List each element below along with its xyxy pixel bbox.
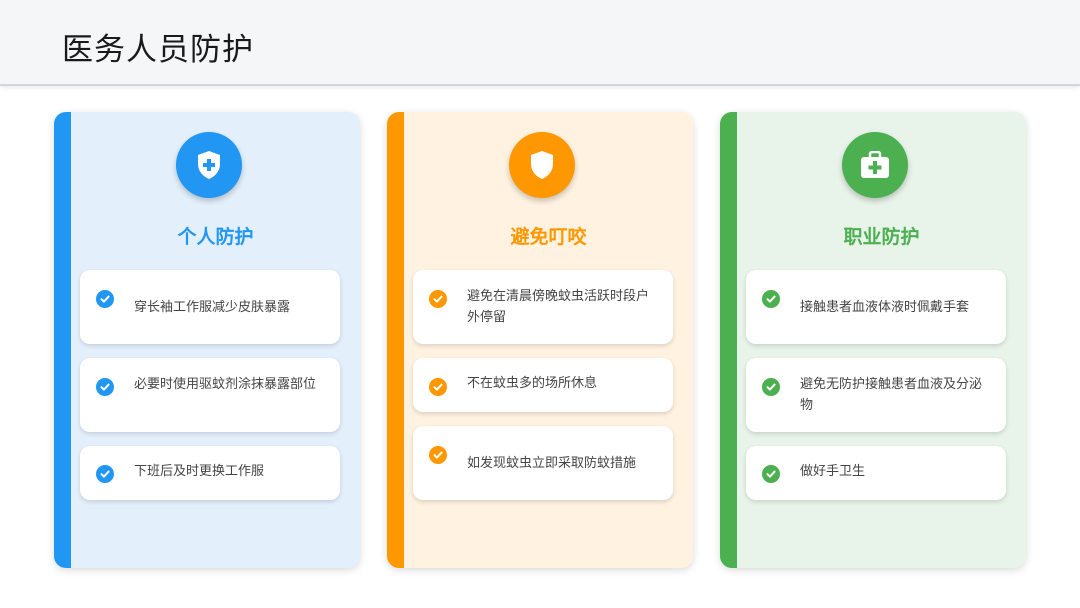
list-item: 下班后及时更换工作服 xyxy=(80,446,340,500)
list-item: 避免在清晨傍晚蚊虫活跃时段户外停留 xyxy=(413,270,673,344)
item-text: 如发现蚊虫立即采取防蚊措施 xyxy=(467,456,637,471)
check-circle-icon xyxy=(96,290,114,308)
check-circle-icon xyxy=(762,290,780,308)
shield-plus-icon xyxy=(176,132,242,198)
card-accent-stripe xyxy=(720,112,737,568)
item-text: 做好手卫生 xyxy=(800,464,866,479)
list-item: 接触患者血液体液时佩戴手套 xyxy=(746,270,1006,344)
card-personal-protection: 个人防护 穿长袖工作服减少皮肤暴露 必要时使用驱蚊剂涂抹暴露部位 下班后及时更换… xyxy=(54,112,360,568)
shield-icon xyxy=(509,132,575,198)
list-item: 避免无防护接触患者血液及分泌物 xyxy=(746,358,1006,432)
item-text: 必要时使用驱蚊剂涂抹暴露部位 xyxy=(134,377,317,392)
card-accent-stripe xyxy=(54,112,71,568)
list-item: 如发现蚊虫立即采取防蚊措施 xyxy=(413,426,673,500)
check-circle-icon xyxy=(429,446,447,464)
item-text: 下班后及时更换工作服 xyxy=(134,464,265,479)
item-text: 避免无防护接触患者血液及分泌物 xyxy=(800,377,983,413)
list-item: 做好手卫生 xyxy=(746,446,1006,500)
card-accent-stripe xyxy=(387,112,404,568)
medical-kit-icon xyxy=(842,132,908,198)
card-avoid-bites: 避免叮咬 避免在清晨傍晚蚊虫活跃时段户外停留 不在蚊虫多的场所休息 如发现蚊虫立… xyxy=(387,112,693,568)
check-circle-icon xyxy=(96,465,114,483)
card-title: 职业防护 xyxy=(843,226,920,248)
item-text: 穿长袖工作服减少皮肤暴露 xyxy=(134,300,291,315)
header-bar: 医务人员防护 xyxy=(0,0,1080,86)
list-item: 穿长袖工作服减少皮肤暴露 xyxy=(80,270,340,344)
check-circle-icon xyxy=(429,378,447,396)
item-text: 不在蚊虫多的场所休息 xyxy=(467,376,598,391)
card-occupational-protection: 职业防护 接触患者血液体液时佩戴手套 避免无防护接触患者血液及分泌物 做好手卫生 xyxy=(720,112,1026,568)
check-circle-icon xyxy=(762,465,780,483)
list-item: 必要时使用驱蚊剂涂抹暴露部位 xyxy=(80,358,340,432)
page-title: 医务人员防护 xyxy=(62,32,254,68)
check-circle-icon xyxy=(429,290,447,308)
check-circle-icon xyxy=(96,378,114,396)
card-title: 避免叮咬 xyxy=(510,226,587,248)
check-circle-icon xyxy=(762,378,780,396)
list-item: 不在蚊虫多的场所休息 xyxy=(413,358,673,412)
card-title: 个人防护 xyxy=(177,226,254,248)
item-text: 避免在清晨傍晚蚊虫活跃时段户外停留 xyxy=(467,289,650,325)
item-text: 接触患者血液体液时佩戴手套 xyxy=(800,300,970,315)
